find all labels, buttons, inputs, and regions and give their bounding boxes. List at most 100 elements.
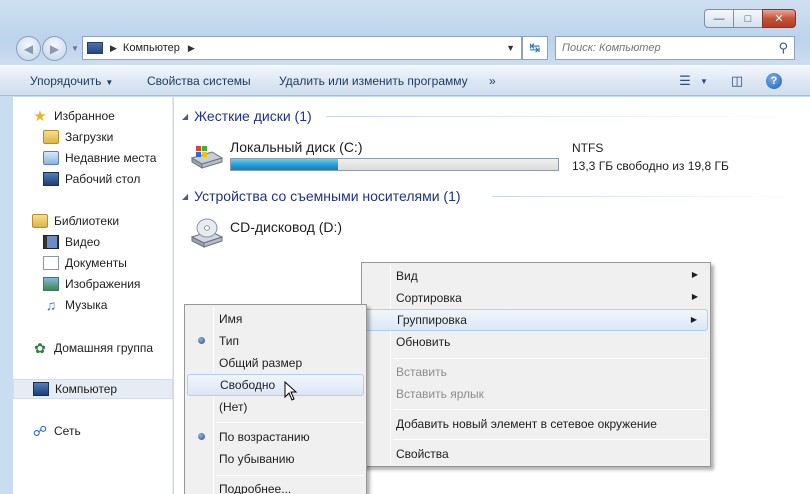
menu-item-refresh[interactable]: Обновить: [364, 331, 708, 353]
nav-documents[interactable]: Документы: [13, 253, 173, 273]
recent-pages-dropdown[interactable]: ▼: [71, 44, 79, 53]
nav-music-label: Музыка: [65, 298, 108, 312]
submenu-arrow-icon: ▶: [691, 270, 698, 279]
search-icon[interactable]: ⚲: [778, 40, 788, 56]
nav-network[interactable]: ☍ Сеть: [13, 421, 173, 441]
group-hard-drives-label: Жесткие диски (1): [194, 108, 312, 124]
navigation-row: ◀ ▶ ▼ ▶ Компьютер ▶ ▼ ↹ ⚲: [0, 33, 810, 63]
pictures-icon: [43, 277, 59, 291]
submenu-arrow-icon: ▶: [690, 315, 697, 324]
refresh-button[interactable]: ↹: [522, 36, 548, 60]
organize-label: Упорядочить: [30, 74, 102, 88]
view-options-icon[interactable]: ☰: [676, 72, 694, 90]
more-commands-button[interactable]: »: [489, 74, 496, 88]
nav-desktop-label: Рабочий стол: [65, 172, 141, 186]
uninstall-program-button[interactable]: Удалить или изменить программу: [279, 74, 468, 88]
submenu-item-none[interactable]: (Нет): [187, 396, 364, 418]
nav-libraries[interactable]: Библиотеки: [13, 211, 173, 231]
star-icon: ★: [33, 108, 47, 125]
submenu-item-more[interactable]: Подробнее...: [187, 478, 364, 494]
menu-separator: [216, 475, 364, 476]
group-divider: [492, 196, 796, 197]
maximize-button[interactable]: □: [733, 9, 763, 28]
breadcrumb-arrow-icon[interactable]: ▶: [188, 43, 195, 54]
nav-pictures[interactable]: Изображения: [13, 274, 173, 294]
group-removable-label: Устройства со съемными носителями (1): [194, 188, 461, 204]
nav-recent-places[interactable]: Недавние места: [13, 148, 173, 168]
submenu-item-type[interactable]: Тип: [187, 330, 364, 352]
submenu-item-name[interactable]: Имя: [187, 308, 364, 330]
view-dropdown-icon[interactable]: ▼: [698, 72, 710, 90]
address-dropdown-icon[interactable]: ▼: [506, 43, 515, 53]
menu-separator: [216, 422, 364, 423]
documents-icon: [43, 256, 59, 270]
desktop-icon: [43, 172, 59, 186]
submenu-item-descending[interactable]: По убыванию: [187, 448, 364, 470]
free-space-label: 13,3 ГБ свободно из 19,8 ГБ: [572, 159, 729, 173]
recent-places-icon: [43, 151, 59, 165]
submenu-item-type-label: Тип: [219, 334, 240, 348]
menu-item-paste-shortcut-label: Вставить ярлык: [396, 387, 484, 401]
nav-computer[interactable]: Компьютер: [13, 379, 173, 399]
collapse-triangle-icon[interactable]: ◢: [182, 112, 188, 121]
nav-favorites[interactable]: ★ Избранное: [13, 106, 173, 126]
preview-pane-icon[interactable]: ◫: [728, 72, 746, 90]
collapse-triangle-icon[interactable]: ◢: [182, 192, 188, 201]
submenu-item-name-label: Имя: [219, 312, 243, 326]
submenu-item-total-size[interactable]: Общий размер: [187, 352, 364, 374]
address-bar[interactable]: ▶ Компьютер ▶ ▼: [82, 36, 522, 60]
help-icon[interactable]: ?: [766, 73, 782, 89]
menu-item-group-by-label: Группировка: [397, 313, 467, 327]
libraries-icon: [32, 214, 48, 228]
menu-item-paste-label: Вставить: [396, 365, 447, 379]
close-button[interactable]: ✕: [762, 9, 796, 28]
submenu-item-more-label: Подробнее...: [219, 482, 292, 494]
submenu-item-free-space[interactable]: Свободно: [187, 374, 364, 396]
nav-music[interactable]: ♫ Музыка: [13, 295, 173, 315]
nav-desktop[interactable]: Рабочий стол: [13, 169, 173, 189]
mouse-cursor-icon: [284, 381, 298, 401]
menu-item-paste-shortcut: Вставить ярлык: [364, 383, 708, 405]
menu-separator: [393, 409, 708, 410]
nav-recent-places-label: Недавние места: [65, 151, 157, 165]
minimize-button[interactable]: —: [704, 9, 734, 28]
nav-documents-label: Документы: [65, 256, 127, 270]
menu-separator: [393, 358, 708, 359]
nav-libraries-label: Библиотеки: [54, 214, 120, 228]
menu-item-group-by[interactable]: Группировка ▶: [364, 309, 708, 331]
network-icon: ☍: [32, 422, 48, 439]
menu-item-refresh-label: Обновить: [396, 335, 451, 349]
command-bar: Упорядочить ▼ Свойства системы Удалить ил…: [0, 65, 810, 96]
menu-item-add-network-location[interactable]: Добавить новый элемент в сетевое окружен…: [364, 413, 708, 435]
filesystem-label: NTFS: [572, 141, 604, 155]
nav-homegroup[interactable]: ✿ Домашняя группа: [13, 338, 173, 358]
back-button[interactable]: ◀: [16, 36, 41, 61]
nav-videos[interactable]: Видео: [13, 232, 173, 252]
submenu-item-ascending[interactable]: По возрастанию: [187, 426, 364, 448]
menu-item-properties[interactable]: Свойства: [364, 443, 708, 465]
group-header-removable[interactable]: ◢ Устройства со съемными носителями (1): [182, 186, 461, 206]
submenu-item-ascending-label: По возрастанию: [219, 430, 310, 444]
menu-separator: [393, 439, 708, 440]
search-input[interactable]: [562, 38, 762, 58]
system-properties-button[interactable]: Свойства системы: [147, 74, 251, 88]
submenu-item-free-space-label: Свободно: [220, 378, 276, 392]
music-icon: ♫: [45, 297, 57, 313]
menu-item-add-network-location-label: Добавить новый элемент в сетевое окружен…: [396, 417, 657, 431]
nav-videos-label: Видео: [65, 235, 101, 249]
breadcrumb-arrow-icon[interactable]: ▶: [110, 43, 117, 54]
menu-item-sort[interactable]: Сортировка ▶: [364, 287, 708, 309]
cd-drive-name[interactable]: CD-дисковод (D:): [230, 219, 342, 235]
breadcrumb-computer[interactable]: Компьютер: [123, 42, 180, 54]
organize-button[interactable]: Упорядочить ▼: [30, 74, 113, 88]
local-disk-name[interactable]: Локальный диск (C:): [230, 139, 363, 155]
menu-item-view[interactable]: Вид ▶: [364, 265, 708, 287]
group-header-hard-drives[interactable]: ◢ Жесткие диски (1): [182, 106, 312, 126]
hard-drive-icon: [190, 146, 224, 169]
search-box[interactable]: ⚲: [555, 36, 795, 60]
nav-downloads[interactable]: Загрузки: [13, 127, 173, 147]
forward-button[interactable]: ▶: [42, 36, 67, 61]
cd-drive-icon: [190, 218, 224, 248]
submenu-arrow-icon: ▶: [691, 292, 698, 301]
caption-buttons: — □ ✕: [704, 9, 796, 28]
